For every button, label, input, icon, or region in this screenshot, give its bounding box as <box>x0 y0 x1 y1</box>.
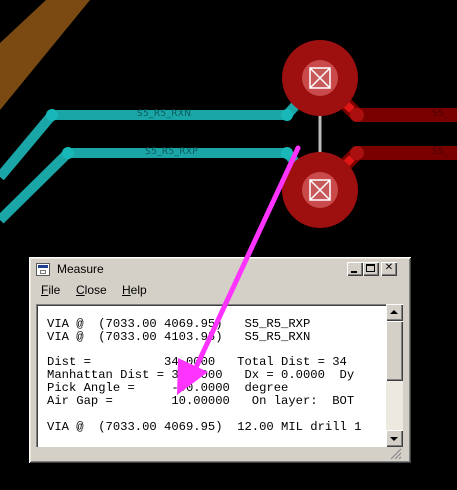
measure-arrow <box>190 145 301 377</box>
measure-arrow-overlay <box>177 145 301 395</box>
measure-arrowhead-icon <box>177 358 208 395</box>
